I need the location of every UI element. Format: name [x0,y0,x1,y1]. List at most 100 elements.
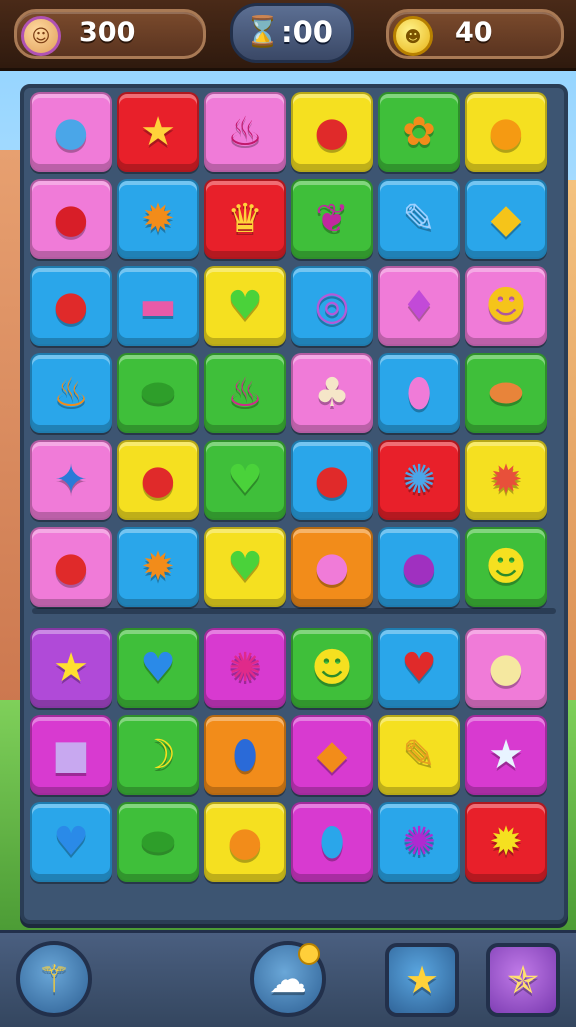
tile-cream-ball[interactable]: ● [465,628,547,708]
tile-sun-face[interactable]: ✹ [465,802,547,882]
tile-blue-flower[interactable]: ✦ [30,440,112,520]
tile-pear[interactable]: ◆ [465,179,547,259]
spiky-fruit-icon: ✹ [489,457,523,503]
pink-blob-icon: ⬮ [406,370,432,416]
tile-heart[interactable]: ♥ [117,628,199,708]
tile-orange[interactable]: ● [465,92,547,172]
tile-carrot[interactable]: ♨ [30,353,112,433]
tile-carrot[interactable]: ◆ [291,715,373,795]
tile-pink-blob[interactable]: ⬮ [378,353,460,433]
tile-mango[interactable]: ● [204,802,286,882]
candy-stick-icon: ▬ [139,283,177,329]
tile-sun-face[interactable]: ✹ [117,179,199,259]
tile-acorn[interactable]: ♣ [291,353,373,433]
lemon-face-icon: ☻ [485,544,527,590]
magic-wand-button[interactable]: ⚚ [16,941,92,1017]
cat-block-icon: ■ [52,732,90,778]
magic-wand-icon: ⚚ [36,957,72,1001]
tile-cat-block[interactable]: ■ [30,715,112,795]
tile-bean[interactable]: ⬮ [204,715,286,795]
lemon-face-icon: ☻ [311,645,353,691]
tile-sun-face[interactable]: ✹ [117,527,199,607]
tile-star-face[interactable]: ★ [30,628,112,708]
sun-face-icon: ✹ [141,544,175,590]
timer-value: :00 [281,15,333,49]
apple-icon: ● [314,457,350,503]
coins-panel: ☻ 40 [386,9,564,59]
tile-plum[interactable]: ● [378,527,460,607]
tile-apple[interactable]: ● [30,179,112,259]
special-booster-button[interactable]: ✯ [486,943,560,1017]
cream-ball-icon: ● [488,645,524,691]
plum-icon: ● [401,544,437,590]
germ-icon: ✺ [402,819,436,865]
tile-spiky-fruit[interactable]: ✹ [465,440,547,520]
player-avatar-icon[interactable]: ☺ [21,16,61,56]
germ-icon: ✺ [402,457,436,503]
tile-apple[interactable]: ● [291,92,373,172]
apple-icon: ● [53,283,89,329]
lemon-face-icon: ☻ [485,283,527,329]
blue-candy-icon: ● [53,109,89,155]
blue-flower-icon: ✦ [54,457,88,503]
tile-crown-candy[interactable]: ♛ [204,179,286,259]
tile-pea-pod[interactable]: ⬬ [117,353,199,433]
tile-heart[interactable]: ♥ [204,440,286,520]
tile-apple[interactable]: ● [291,440,373,520]
carrot-icon: ◆ [316,732,348,778]
pea-pod-icon: ⬬ [140,370,176,416]
tile-pickle[interactable]: ⬬ [117,802,199,882]
tile-pudding[interactable]: ♨ [204,353,286,433]
bottom-toolbar: ⚚ ☁ ★ ✯ [0,930,576,1027]
tile-flower[interactable]: ✿ [378,92,460,172]
tile-donut[interactable]: ◎ [291,266,373,346]
score-panel: ☺ 300 [14,9,206,59]
tile-lemon-face[interactable]: ☻ [291,628,373,708]
carrot-icon: ♨ [53,370,89,416]
tile-pie[interactable]: ⬬ [465,353,547,433]
heart-icon: ♥ [227,544,263,590]
coin-glyph: ☻ [404,26,422,46]
tile-bubble[interactable]: ● [291,527,373,607]
tile-feather[interactable]: ✎ [378,179,460,259]
grapes-icon: ❦ [315,196,349,242]
hint-button[interactable]: ☁ [250,941,326,1017]
tile-bird[interactable]: ✎ [378,715,460,795]
heart-icon: ♥ [227,457,263,503]
tile-candy-stick[interactable]: ▬ [117,266,199,346]
tile-apple[interactable]: ● [30,266,112,346]
star-face-icon: ★ [140,109,176,155]
leaf-candy-icon: ♦ [401,283,437,329]
tile-strawberry[interactable]: ● [30,527,112,607]
tile-star-face[interactable]: ★ [117,92,199,172]
tile-germ[interactable]: ✺ [378,440,460,520]
tile-tomato[interactable]: ● [117,440,199,520]
tile-grapes[interactable]: ❦ [291,179,373,259]
game-board: ● ★ ♨ ● ✿ ● ● ✹ ♛ ❦ ✎ ◆ ● ▬ ♥ ◎ ♦ ☻ ♨ ⬬ ♨ ♣ ⬮ ⬬ ✦ ● ♥ ● ✺ ✹ ● ✹ ♥ ● ● ☻ ★ ♥ ✺ ☻… [20,84,568,924]
tile-lemon-face[interactable]: ☻ [465,527,547,607]
bean-icon: ⬮ [232,732,258,778]
apple-icon: ● [314,109,350,155]
heart-icon: ♥ [227,283,263,329]
tile-heart[interactable]: ♥ [204,527,286,607]
tile-heart[interactable]: ♥ [204,266,286,346]
tile-banana[interactable]: ☽ [117,715,199,795]
timer-panel: ⌛ :00 [230,3,354,63]
tile-heart[interactable]: ♥ [30,802,112,882]
tile-germ[interactable]: ✺ [204,628,286,708]
banana-icon: ☽ [140,732,176,778]
top-hud: ☺ 300 ⌛ :00 ☻ 40 [0,0,576,71]
tile-apple-heart[interactable]: ♥ [378,628,460,708]
germ-icon: ✺ [228,645,262,691]
tile-lemon-face[interactable]: ☻ [465,266,547,346]
tile-germ[interactable]: ✺ [378,802,460,882]
tomato-icon: ● [140,457,176,503]
tile-cupcake[interactable]: ♨ [204,92,286,172]
star-booster-button[interactable]: ★ [385,943,459,1017]
apple-heart-icon: ♥ [401,645,437,691]
tile-blue-candy[interactable]: ● [30,92,112,172]
tile-leaf-candy[interactable]: ♦ [378,266,460,346]
tile-feather[interactable]: ⬮ [291,802,373,882]
tile-white-star[interactable]: ★ [465,715,547,795]
notification-dot [298,943,320,965]
